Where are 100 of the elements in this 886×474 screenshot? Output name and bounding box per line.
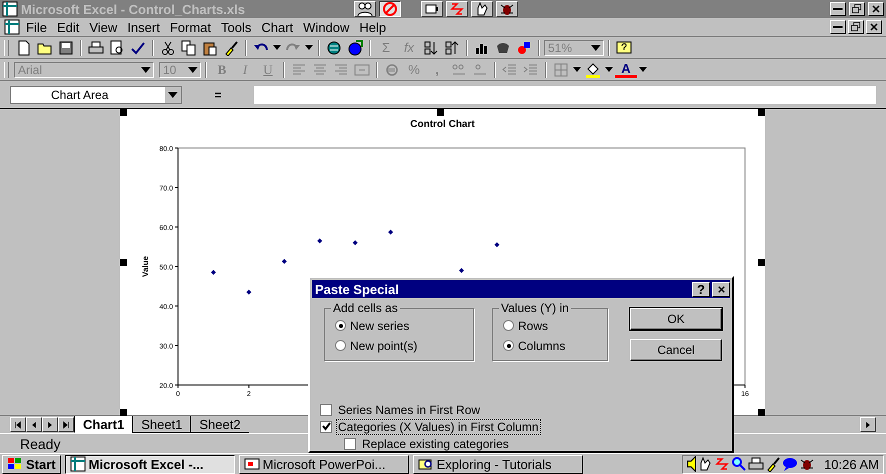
caret-icon: [573, 67, 581, 72]
sheet-tab[interactable]: Sheet2: [190, 416, 249, 433]
caret-icon: [605, 67, 613, 72]
radio-button[interactable]: [335, 320, 346, 331]
caret-icon: [639, 67, 647, 72]
speaker-icon: [686, 456, 696, 472]
selection-handle[interactable]: [437, 109, 444, 116]
spreadsheet-icon: [4, 19, 20, 35]
minimize-button[interactable]: [830, 2, 846, 16]
brush-icon: [765, 456, 782, 472]
checkbox-label: Series Names in First Row: [337, 402, 482, 418]
checkbox[interactable]: [344, 438, 356, 450]
status-text: Ready: [20, 436, 60, 452]
sheet-tab[interactable]: Chart1: [74, 416, 132, 433]
selection-handle[interactable]: [758, 409, 765, 416]
menu-item[interactable]: Format: [166, 18, 215, 36]
previous-sheet-button[interactable]: [26, 417, 42, 432]
magnifier-icon: [731, 456, 748, 472]
dialog-title: Paste Special: [315, 282, 400, 296]
restore-button[interactable]: [849, 2, 865, 16]
help-icon: [616, 40, 632, 56]
shapes-icon: [516, 40, 532, 56]
last-sheet-button[interactable]: [58, 417, 74, 432]
selection-handle[interactable]: [758, 259, 765, 266]
ok-button[interactable]: OK: [630, 308, 722, 330]
menu-item[interactable]: Chart: [257, 18, 298, 36]
group-label: Values (Y) in: [499, 301, 571, 315]
cancel-button[interactable]: Cancel: [630, 339, 722, 361]
checkbox[interactable]: [320, 404, 332, 416]
data-point: [459, 268, 464, 273]
close-button[interactable]: [866, 20, 882, 34]
close-button[interactable]: [868, 2, 884, 16]
new-document-icon: [16, 40, 32, 56]
paint-bucket-button[interactable]: [583, 60, 603, 78]
align-left-icon: [291, 62, 307, 78]
close-icon: [870, 3, 882, 15]
taskbar-button[interactable]: Microsoft Excel -...: [64, 454, 235, 474]
caret-icon: [305, 45, 313, 50]
checkbox[interactable]: [320, 420, 332, 432]
minimize-button[interactable]: [830, 20, 846, 34]
spreadsheet-icon: [2, 1, 18, 17]
sheet-tab[interactable]: Sheet1: [132, 416, 190, 433]
caret-icon: [141, 66, 151, 72]
taskbar-button[interactable]: Exploring - Tutorials: [412, 454, 583, 474]
name-box[interactable]: Chart Area: [10, 86, 182, 104]
printer-icon: [88, 40, 104, 56]
taskbar-button[interactable]: Microsoft PowerPoi...: [238, 454, 409, 474]
formula-field[interactable]: [254, 86, 876, 104]
close-button[interactable]: [712, 282, 730, 296]
window-title: Microsoft Excel - Control_Charts.xls: [21, 2, 246, 16]
data-point: [352, 240, 358, 246]
data-point: [494, 242, 500, 248]
last-sheet-icon: [61, 420, 71, 430]
selection-handle[interactable]: [120, 409, 127, 416]
menu-item[interactable]: Edit: [52, 18, 84, 36]
taskbar-button[interactable]: [379, 1, 401, 17]
data-point: [282, 258, 287, 264]
data-point: [317, 238, 322, 244]
paste-icon: [202, 40, 218, 56]
windows-logo-icon: [7, 456, 23, 472]
increase-indent-icon: [523, 62, 539, 78]
selection-handle[interactable]: [120, 109, 127, 116]
selection-handle[interactable]: [120, 259, 127, 266]
spelling-check-icon: [130, 40, 146, 56]
caret-icon: [273, 45, 281, 50]
menu-item[interactable]: Help: [355, 18, 390, 36]
speech-bubble-icon: [782, 456, 798, 472]
menu-item[interactable]: Insert: [123, 18, 164, 36]
menu-item[interactable]: Window: [299, 18, 354, 36]
first-sheet-button[interactable]: [10, 417, 26, 432]
zigzag-icon: [714, 456, 730, 472]
start-button[interactable]: Start: [2, 454, 61, 474]
help-button[interactable]: ?: [692, 282, 710, 296]
scroll-right-button[interactable]: [860, 417, 876, 432]
radio-label: New point(s): [350, 338, 418, 352]
sort-descending-icon: [444, 40, 460, 56]
radio-button[interactable]: [503, 320, 514, 331]
next-sheet-button[interactable]: [42, 417, 58, 432]
close-icon: [716, 284, 726, 294]
restore-button[interactable]: [848, 20, 864, 34]
first-sheet-icon: [13, 420, 23, 430]
data-point: [388, 230, 394, 235]
minimize-icon: [833, 8, 843, 10]
radio-button[interactable]: [335, 340, 346, 351]
restore-icon: [851, 3, 863, 15]
globe-icon: [326, 40, 342, 56]
checkbox-label: Categories (X Values) in First Column: [336, 418, 541, 434]
spreadsheet-icon: [70, 456, 86, 472]
menu-item[interactable]: View: [85, 18, 122, 36]
slide-icon: [244, 456, 260, 472]
selection-handle[interactable]: [758, 109, 765, 116]
y-axis-label: Value: [141, 256, 150, 277]
printer-button[interactable]: [86, 38, 106, 56]
group-label: Add cells as: [331, 301, 400, 315]
chart-title: Control Chart: [410, 119, 475, 130]
clock: 10:26 AM: [824, 456, 879, 472]
radio-button[interactable]: [503, 340, 514, 351]
menu-item[interactable]: File: [22, 18, 51, 36]
help-button[interactable]: [614, 38, 634, 56]
menu-item[interactable]: Tools: [217, 18, 256, 36]
